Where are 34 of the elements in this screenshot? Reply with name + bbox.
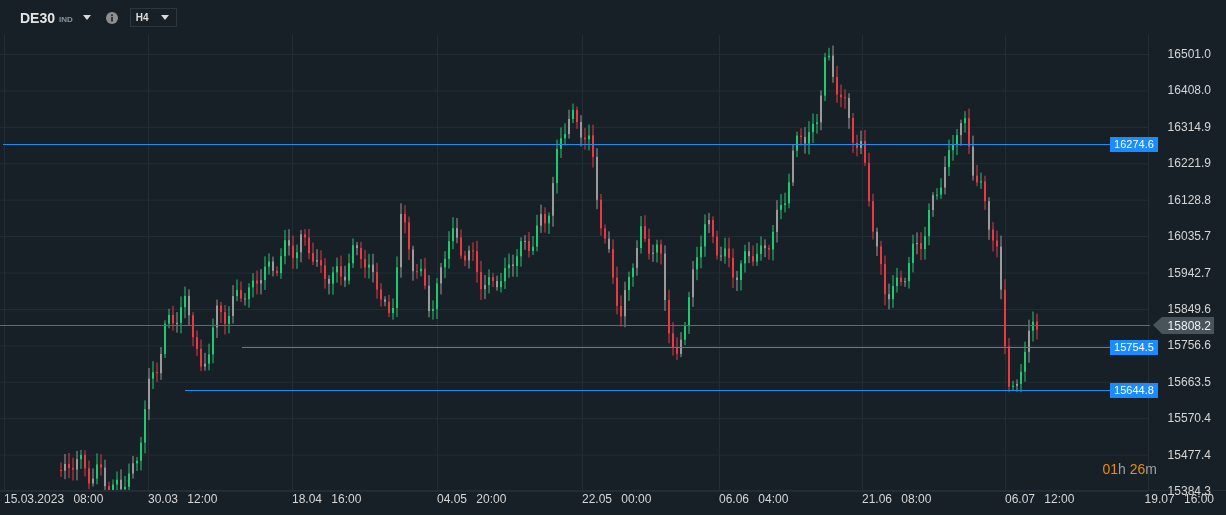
price-label: 16408.0 (1167, 83, 1211, 98)
price-label: 16035.7 (1167, 229, 1211, 244)
price-label: 15849.6 (1167, 301, 1211, 316)
level-price-tag: 16274.6 (1110, 137, 1158, 152)
price-label: 15942.7 (1167, 265, 1211, 280)
level-price-tag: 15644.8 (1110, 383, 1158, 398)
time-label: 06.07 12:00 (1005, 492, 1075, 506)
price-label: 15477.4 (1167, 447, 1211, 462)
time-label: 22.05 00:00 (582, 492, 652, 506)
price-label: 15570.4 (1167, 411, 1211, 426)
price-label: 16501.0 (1167, 47, 1211, 61)
current-price-tag: 15808.2 (1153, 317, 1214, 334)
price-label: 15663.5 (1167, 374, 1211, 389)
price-label: 16221.9 (1167, 156, 1211, 171)
time-label: 06.06 04:00 (719, 492, 789, 506)
time-label: 21.06 08:00 (862, 492, 932, 506)
time-label: 15.03.2023 08:00 (4, 492, 104, 506)
price-label: 15756.6 (1167, 338, 1211, 353)
time-label: 30.03 12:00 (148, 492, 218, 506)
price-label: 16314.9 (1167, 119, 1211, 134)
info-icon[interactable] (105, 11, 118, 24)
caret-icon[interactable] (82, 15, 91, 20)
symbol-name: DE30 (20, 9, 56, 26)
market-type: IND (59, 14, 73, 24)
time-label: 18.04 16:00 (292, 492, 362, 506)
caret-icon (160, 15, 169, 20)
level-price-tag: 15754.5 (1110, 340, 1158, 355)
timeframe-dropdown[interactable]: H4 (129, 8, 177, 27)
level-line[interactable] (184, 389, 1111, 392)
level-line[interactable] (2, 143, 1111, 146)
candle-countdown: 01h 26m (1102, 461, 1157, 477)
level-line[interactable] (241, 346, 1111, 349)
price-label: 16128.8 (1167, 192, 1211, 207)
time-label: 04.05 20:00 (437, 492, 507, 506)
